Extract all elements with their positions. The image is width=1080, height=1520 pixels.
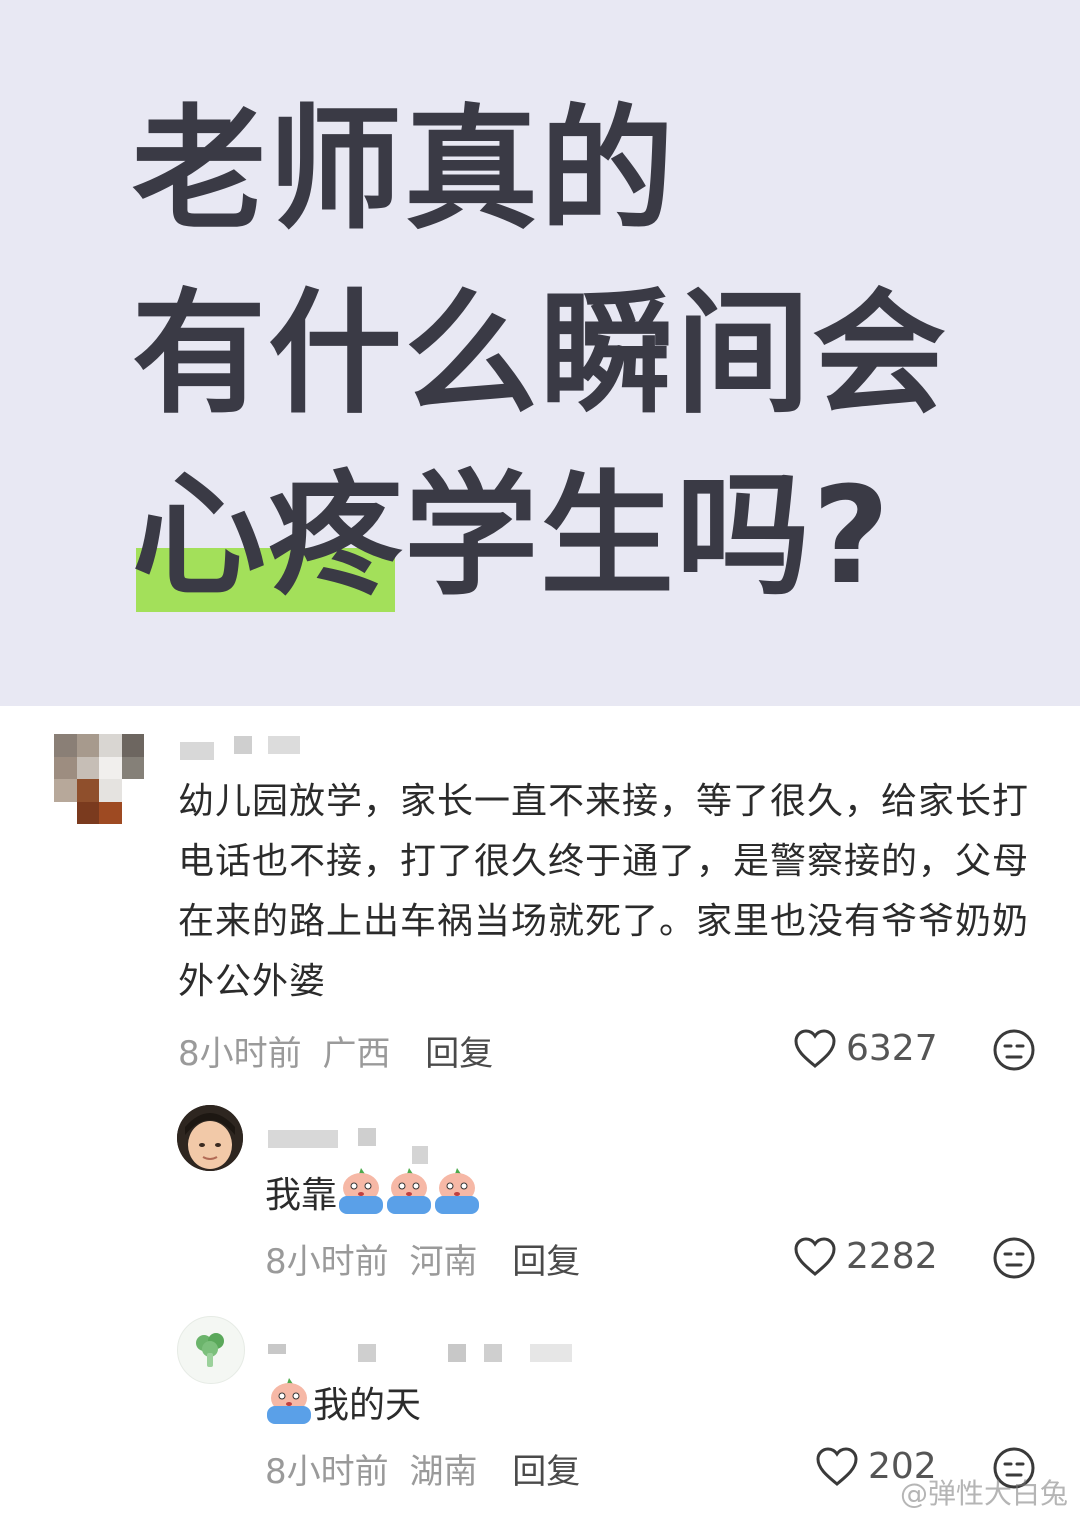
comment-text: 幼儿园放学，家长一直不来接，等了很久，给家长打电话也不接，打了很久终于通了，是警… (178, 781, 1030, 1002)
comment-time: 8小时前 (265, 1242, 389, 1282)
crying-emoji-icon (337, 1166, 385, 1218)
reply-text: 我靠 (265, 1166, 481, 1218)
like-button[interactable]: 6327 (794, 1028, 938, 1069)
comment-meta: 8小时前 广西 回复 (178, 1026, 493, 1075)
avatar[interactable] (177, 1316, 245, 1384)
reply-button[interactable]: 回复 (425, 1034, 493, 1074)
like-count: 6327 (846, 1028, 938, 1069)
crying-emoji-icon (265, 1376, 313, 1428)
post-title-line-2: 有什么瞬间会 (132, 276, 949, 432)
like-button[interactable]: 2282 (794, 1236, 938, 1277)
like-count: 2282 (846, 1236, 938, 1277)
comment-location: 广西 (322, 1034, 391, 1074)
post-title-line-1: 老师真的 (132, 92, 677, 248)
comment-location: 湖南 (409, 1452, 478, 1492)
comment-meta: 8小时前 湖南 回复 (265, 1444, 580, 1493)
heart-icon (794, 1028, 836, 1068)
reply-text-content: 我的天 (313, 1385, 422, 1426)
post-title-line-3: 心疼学生吗? (132, 458, 892, 614)
reply-text: 我的天 (265, 1376, 421, 1428)
comment-location: 河南 (409, 1242, 478, 1282)
avatar[interactable] (54, 734, 144, 824)
heart-icon (794, 1236, 836, 1276)
crying-emoji-icon (385, 1166, 433, 1218)
dislike-face-icon[interactable] (992, 1236, 1036, 1280)
dislike-face-icon[interactable] (992, 1028, 1036, 1072)
avatar-face-icon (177, 1105, 243, 1171)
reply-button[interactable]: 回复 (512, 1242, 580, 1282)
broccoli-icon (196, 1333, 224, 1367)
reply-button[interactable]: 回复 (512, 1452, 580, 1492)
comment-time: 8小时前 (178, 1034, 302, 1074)
watermark: @弹性大白兔 (899, 1477, 1068, 1510)
comment-meta: 8小时前 河南 回复 (265, 1234, 580, 1283)
reply-text-content: 我靠 (265, 1175, 338, 1216)
post-title-banner: 老师真的 有什么瞬间会 心疼学生吗? (0, 0, 1080, 706)
heart-icon (816, 1446, 858, 1486)
crying-emoji-icon (433, 1166, 481, 1218)
avatar[interactable] (177, 1105, 243, 1171)
comment-time: 8小时前 (265, 1452, 389, 1492)
